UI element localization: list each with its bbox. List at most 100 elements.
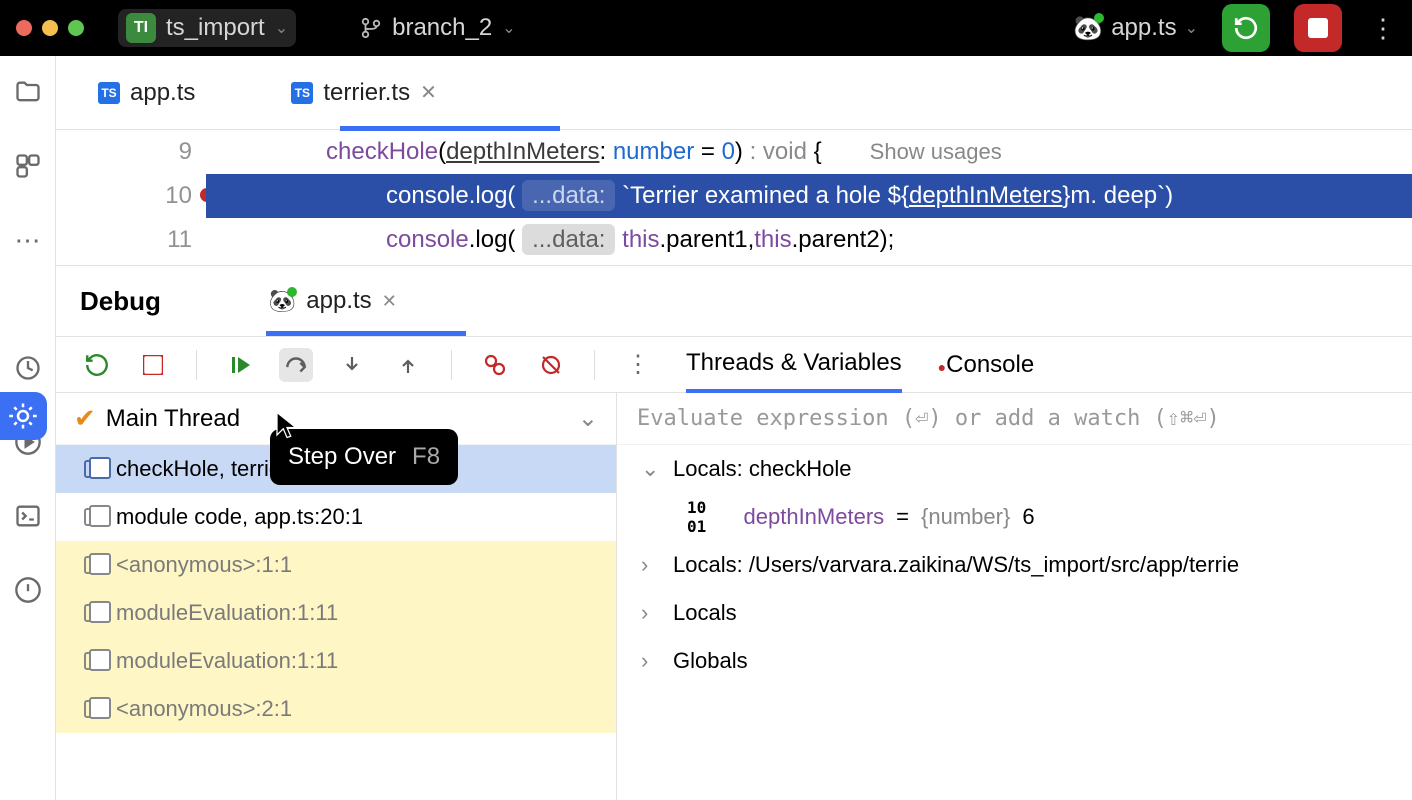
rerun-debug-button[interactable] [80,348,114,382]
variable-scope[interactable]: ⌄Locals: checkHole [617,445,1412,493]
variable-scope[interactable]: ›Globals [617,637,1412,685]
chevron-down-icon: ⌄ [1185,18,1198,38]
code-line: console.log( ...data: this.parent1,this.… [206,218,1412,262]
close-icon[interactable]: ✕ [382,291,397,312]
stack-frame[interactable]: <anonymous>:1:1 [56,541,616,589]
titlebar: TI ts_import ⌄ branch_2 ⌄ 🐼 app.ts ⌄ ⋮ [0,0,1412,56]
stack-frame[interactable]: <anonymous>:2:1 [56,685,616,733]
run-config-selector[interactable]: 🐼 app.ts ⌄ [1073,14,1198,43]
chevron-right-icon: › [641,648,661,674]
stack-frame[interactable]: moduleEvaluation:1:11 [56,637,616,685]
frame-icon [84,460,102,478]
stop-button[interactable] [1294,4,1342,52]
chevron-down-icon: ⌄ [641,456,661,482]
resume-button[interactable] [223,348,257,382]
frame-icon [84,700,102,718]
threads-variables-tab[interactable]: Threads & Variables [686,337,902,393]
variable-scope[interactable]: ›Locals: /Users/varvara.zaikina/WS/ts_im… [617,541,1412,589]
tab-label: terrier.ts [323,79,410,107]
error-indicator-icon: ● [938,359,946,375]
problems-tool-icon[interactable] [12,574,44,606]
chevron-down-icon: ⌄ [578,404,598,433]
more-debug-options[interactable]: ⋮ [621,348,655,382]
step-out-button[interactable] [391,348,425,382]
variables-panel: Evaluate expression (⏎) or add a watch (… [616,393,1412,800]
step-into-button[interactable] [335,348,369,382]
stop-icon [1308,18,1328,38]
project-selector[interactable]: TI ts_import ⌄ [118,9,296,47]
debug-body: ✔ Main Thread ⌄ checkHole, terrier.ts:10… [56,392,1412,800]
evaluate-input[interactable]: Evaluate expression (⏎) or add a watch (… [617,393,1412,445]
project-badge: TI [126,13,156,43]
rerun-button[interactable] [1222,4,1270,52]
branch-icon [360,17,382,39]
check-icon: ✔ [74,403,96,434]
debug-toolbar: ⋮ Threads & Variables ●Console [56,336,1412,392]
code-line: checkHole(depthInMeters: number = 0) : v… [206,130,1412,174]
more-menu[interactable]: ⋮ [1370,13,1396,44]
close-window[interactable] [16,20,32,36]
debug-tool-icon[interactable] [0,392,47,440]
chevron-down-icon: ⌄ [502,18,515,38]
rerun-icon [1233,15,1259,41]
run-config-icon: 🐼 [1073,14,1103,43]
code-area[interactable]: checkHole(depthInMeters: number = 0) : v… [206,130,1412,265]
debug-tabs: Debug 🐼 app.ts ✕ [56,266,1412,336]
line-number[interactable]: 9 [56,130,192,174]
branch-selector[interactable]: branch_2 ⌄ [360,14,515,42]
debug-view-tabs: Threads & Variables ●Console [686,337,1034,393]
terminal-tool-icon[interactable] [12,500,44,532]
code-line-current: console.log( ...data: `Terrier examined … [206,174,1412,218]
main-area: TS app.ts TS terrier.ts ✕ 9 10 11 checkH… [56,56,1412,800]
binary-icon: 1001 [687,498,706,536]
frame-icon [84,556,102,574]
frame-icon [84,508,102,526]
chevron-right-icon: › [641,600,661,626]
more-tools-icon[interactable]: ⋯ [12,224,44,256]
editor-tab-app[interactable]: TS app.ts [84,71,209,115]
view-breakpoints-button[interactable] [478,348,512,382]
console-tab[interactable]: ●Console [938,339,1035,391]
window-controls [16,20,84,36]
chevron-down-icon: ⌄ [275,18,288,38]
ts-file-icon: TS [291,82,313,104]
project-name: ts_import [166,14,265,42]
line-number[interactable]: 10 [56,174,192,218]
config-icon: 🐼 [269,288,296,314]
editor-tab-terrier[interactable]: TS terrier.ts ✕ [277,71,450,115]
variable-scope[interactable]: ›Locals [617,589,1412,637]
variable-item[interactable]: 1001 depthInMeters = {number} 6 [617,493,1412,541]
line-number[interactable]: 11 [56,218,192,262]
chevron-right-icon: › [641,552,661,578]
stop-debug-button[interactable] [136,348,170,382]
ts-file-icon: TS [98,82,120,104]
mouse-cursor-icon [274,410,300,440]
close-icon[interactable]: ✕ [420,80,437,105]
editor-tabs: TS app.ts TS terrier.ts ✕ [56,56,1412,130]
run-config-name: app.ts [1111,14,1176,42]
left-sidebar: ⋯ [0,56,56,800]
gutter: 9 10 11 [56,130,206,265]
tab-label: app.ts [130,79,195,107]
stack-frame[interactable]: module code, app.ts:20:1 [56,493,616,541]
debug-title: Debug [80,286,161,317]
maximize-window[interactable] [68,20,84,36]
debug-session-tab[interactable]: 🐼 app.ts ✕ [261,281,405,321]
frame-icon [84,604,102,622]
project-tool-icon[interactable] [12,76,44,108]
workspace: ⋯ TS app.ts TS terrier.ts ✕ 9 10 [0,56,1412,800]
branch-name: branch_2 [392,14,492,42]
frame-icon [84,652,102,670]
minimize-window[interactable] [42,20,58,36]
tooltip-label: Step Over [288,443,396,471]
code-editor[interactable]: 9 10 11 checkHole(depthInMeters: number … [56,130,1412,266]
stack-frame[interactable]: moduleEvaluation:1:11 [56,589,616,637]
step-over-button[interactable] [279,348,313,382]
thread-name: Main Thread [106,405,240,433]
mute-breakpoints-button[interactable] [534,348,568,382]
debug-tab-label: app.ts [306,287,371,315]
show-usages-hint[interactable]: Show usages [870,139,1002,164]
services-tool-icon[interactable] [12,352,44,384]
tooltip-shortcut: F8 [412,443,440,471]
structure-tool-icon[interactable] [12,150,44,182]
